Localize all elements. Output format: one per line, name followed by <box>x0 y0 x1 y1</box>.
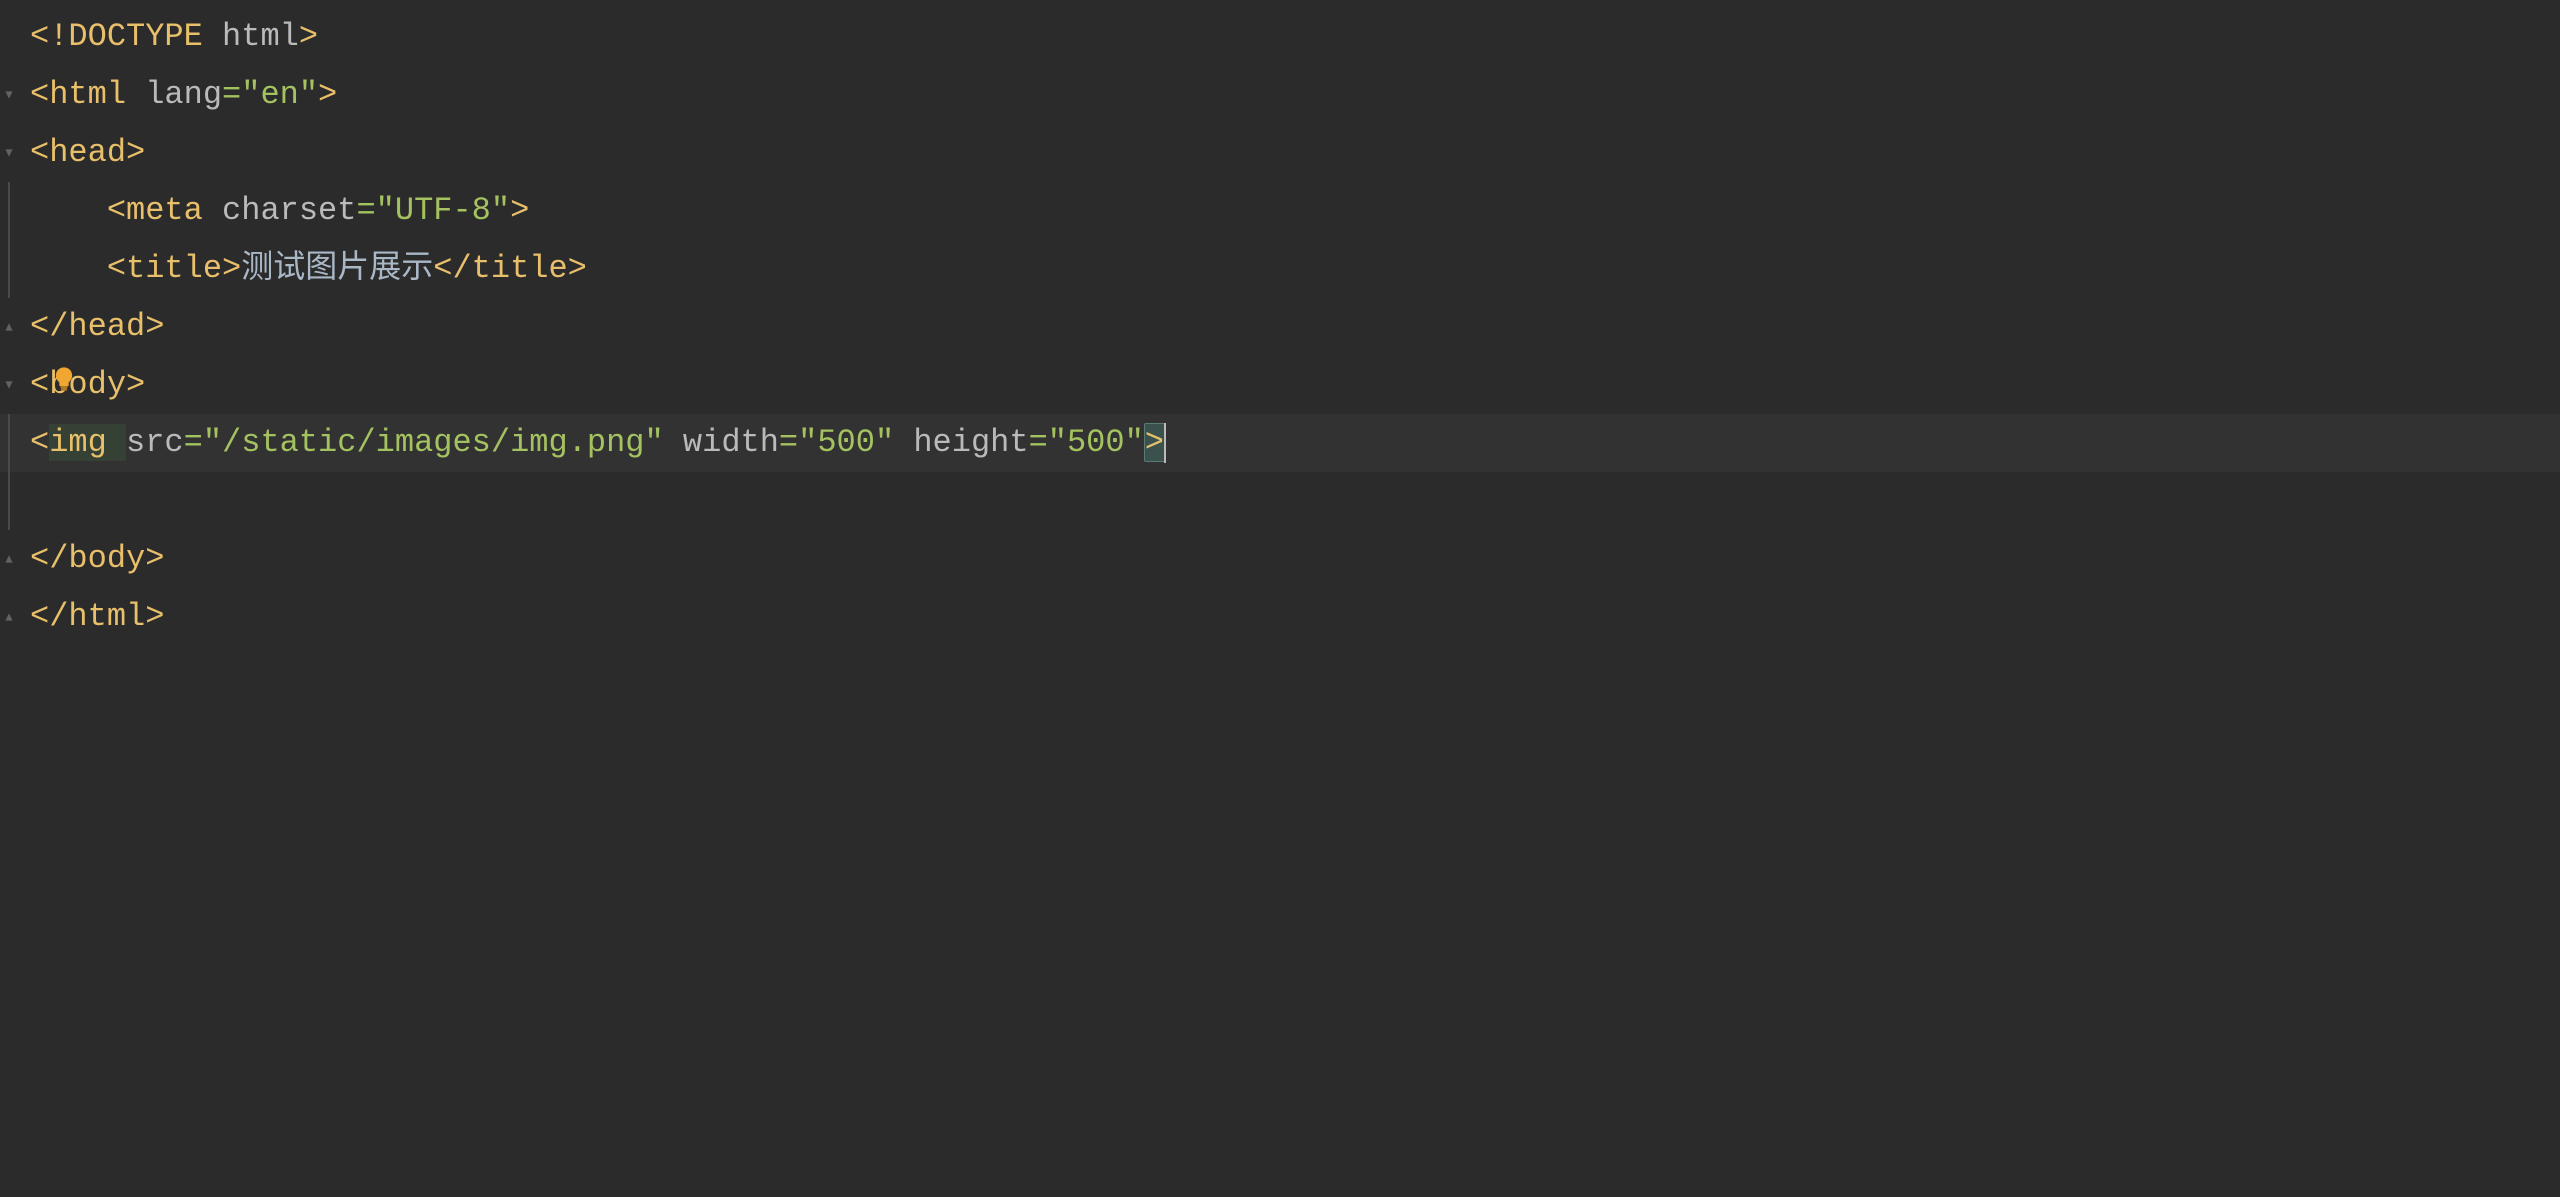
gutter[interactable] <box>0 66 20 124</box>
code-line[interactable]: <head> <box>0 124 2560 182</box>
code-line[interactable]: <img src="/static/images/img.png" width=… <box>0 414 2560 472</box>
gutter[interactable] <box>0 124 20 182</box>
code-content[interactable]: <html lang="en"> <box>20 66 337 124</box>
code-line[interactable]: <body> <box>0 356 2560 414</box>
gutter[interactable] <box>0 414 20 472</box>
code-content[interactable]: </html> <box>20 588 164 646</box>
code-content[interactable]: <img src="/static/images/img.png" width=… <box>20 414 1166 472</box>
gutter[interactable] <box>0 530 20 588</box>
gutter[interactable] <box>0 240 20 298</box>
code-line[interactable]: <!DOCTYPE html> <box>0 8 2560 66</box>
code-line[interactable]: </head> <box>0 298 2560 356</box>
token-text: 测试图片展示 <box>241 250 433 287</box>
token-attr-name: src <box>126 424 184 461</box>
code-content[interactable]: </head> <box>20 298 164 356</box>
code-editor[interactable]: <!DOCTYPE html><html lang="en"><head> <m… <box>0 0 2560 646</box>
token-attr-name: html <box>222 18 299 55</box>
token-tag: <meta <box>107 192 222 229</box>
token-tag: > <box>318 76 337 113</box>
token-attr-name: height <box>913 424 1028 461</box>
gutter[interactable] <box>0 356 20 414</box>
token-attr-value: ="500" <box>779 424 913 461</box>
fold-toggle-icon[interactable] <box>2 88 16 102</box>
token-attr-value: ="/static/images/img.png" <box>184 424 683 461</box>
fold-close-icon[interactable] <box>2 320 16 334</box>
code-line[interactable]: <html lang="en"> <box>0 66 2560 124</box>
token-tag: img <box>49 424 126 461</box>
lightbulb-icon[interactable] <box>50 356 78 414</box>
token-tag: <title> <box>107 250 241 287</box>
token-tag: </html> <box>30 598 164 635</box>
token-tag: > <box>510 192 529 229</box>
token-tag: > <box>1144 423 1165 462</box>
gutter[interactable] <box>0 8 20 66</box>
fold-guide-line <box>8 240 10 298</box>
token-attr-name: lang <box>145 76 222 113</box>
token-tag: </title> <box>433 250 587 287</box>
gutter[interactable] <box>0 472 20 530</box>
code-content[interactable]: </body> <box>20 530 164 588</box>
code-line[interactable] <box>0 472 2560 530</box>
code-content[interactable]: <body> <box>20 356 145 414</box>
token-attr-name: width <box>683 424 779 461</box>
gutter[interactable] <box>0 298 20 356</box>
fold-close-icon[interactable] <box>2 552 16 566</box>
token-tag: <html <box>30 76 145 113</box>
code-line[interactable]: </html> <box>0 588 2560 646</box>
code-content[interactable]: <head> <box>20 124 145 182</box>
token-tag: </head> <box>30 308 164 345</box>
code-content[interactable]: <title>测试图片展示</title> <box>20 240 587 298</box>
fold-guide-line <box>8 472 10 530</box>
fold-close-icon[interactable] <box>2 610 16 624</box>
fold-guide-line <box>8 414 10 472</box>
token-tag: > <box>299 18 318 55</box>
code-line[interactable]: <title>测试图片展示</title> <box>0 240 2560 298</box>
gutter[interactable] <box>0 588 20 646</box>
fold-toggle-icon[interactable] <box>2 146 16 160</box>
indent <box>30 240 107 298</box>
code-content[interactable]: <!DOCTYPE html> <box>20 8 318 66</box>
token-tag: <head> <box>30 134 145 171</box>
token-tag: <body> <box>30 366 145 403</box>
fold-guide-line <box>8 182 10 240</box>
code-line[interactable]: </body> <box>0 530 2560 588</box>
gutter[interactable] <box>0 182 20 240</box>
token-attr-value: ="en" <box>222 76 318 113</box>
fold-toggle-icon[interactable] <box>2 378 16 392</box>
code-line[interactable]: <meta charset="UTF-8"> <box>0 182 2560 240</box>
token-tag: </body> <box>30 540 164 577</box>
token-tag: < <box>30 424 49 461</box>
code-content[interactable]: <meta charset="UTF-8"> <box>20 182 529 240</box>
text-cursor <box>1164 423 1166 463</box>
token-tag: <!DOCTYPE <box>30 18 222 55</box>
token-attr-value: ="UTF-8" <box>356 192 510 229</box>
token-attr-name: charset <box>222 192 356 229</box>
token-attr-value: ="500" <box>1029 424 1144 461</box>
indent <box>30 182 107 240</box>
